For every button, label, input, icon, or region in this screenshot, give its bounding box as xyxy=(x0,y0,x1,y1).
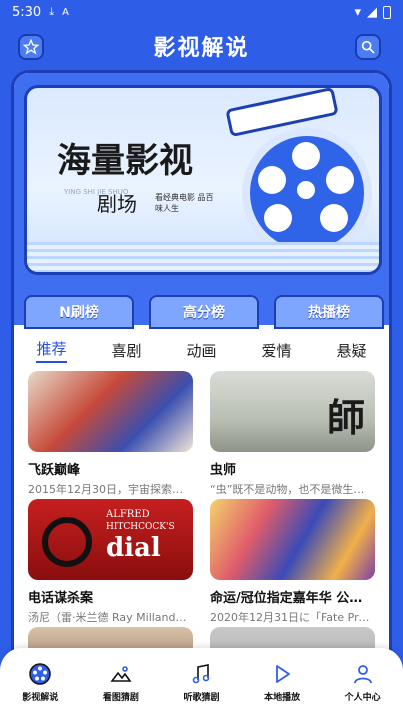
tab-animation[interactable]: 动画 xyxy=(186,340,216,361)
category-tabs: 推荐 喜剧 动画 爱情 悬疑 xyxy=(14,335,389,365)
user-icon xyxy=(353,664,372,683)
rank-row: N刷榜 高分榜 热播榜 xyxy=(24,295,384,329)
main-card: 海量影视 YING SHI JIE SHUO 剧场 看经典电影 品百味人生 N刷… xyxy=(11,70,392,710)
status-bar: 5:30 ⤓ A ▾ ◢ xyxy=(0,0,403,24)
rank-button-high[interactable]: 高分榜 xyxy=(149,295,259,329)
download-icon: ⤓ xyxy=(49,5,55,18)
thumbnail: ALFRED HITCHCOCK'S dial xyxy=(28,499,193,580)
item-title: 飞跃巅峰 xyxy=(28,463,81,478)
phone-shape xyxy=(42,517,92,567)
nav-item-film[interactable]: 影视解说 xyxy=(5,662,75,703)
page-title: 影视解说 xyxy=(153,36,250,61)
play-icon xyxy=(276,664,290,683)
tab-romance[interactable]: 爱情 xyxy=(261,340,291,361)
tab-comedy[interactable]: 喜剧 xyxy=(111,340,141,361)
nav-item-local-play[interactable]: 本地播放 xyxy=(247,662,317,703)
nav-label: 本地播放 xyxy=(264,692,301,703)
thumbnail: 師 xyxy=(210,371,375,452)
banner-subtitle: 剧场 xyxy=(97,192,137,216)
film-reel-icon xyxy=(29,662,52,685)
text-icon: A xyxy=(62,6,69,18)
list-item[interactable]: 命运/冠位指定嘉年华 公… 2020年12月31日に「Fate Projec… xyxy=(210,499,375,625)
bottom-nav: 影视解说 看图猜剧 听歌猜剧 本地播放 个人中心 xyxy=(0,648,403,716)
banner-small: 看经典电影 品百味人生 xyxy=(155,193,214,213)
thumbnail xyxy=(210,499,375,580)
wifi-icon: ▾ xyxy=(354,4,361,20)
thumb-dial-text: ALFRED HITCHCOCK'S dial xyxy=(106,509,175,563)
item-desc: “虫”既不是动物，也不是微生物… xyxy=(210,483,375,496)
item-title: 命运/冠位指定嘉年华 公… xyxy=(210,591,363,606)
item-desc: 2015年12月30日，宇宙探索船Lu… xyxy=(28,483,193,496)
item-title: 电话谋杀案 xyxy=(28,591,94,606)
banner-title: 海量影视 xyxy=(57,141,193,181)
tab-recommend[interactable]: 推荐 xyxy=(36,338,67,363)
rank-button-n[interactable]: N刷榜 xyxy=(24,295,134,329)
signal-icon: ◢ xyxy=(367,4,377,20)
list-item[interactable]: 飞跃巅峰 2015年12月30日，宇宙探索船Lu… xyxy=(28,371,193,497)
item-desc: 2020年12月31日に「Fate Projec… xyxy=(210,611,375,624)
rank-button-hot[interactable]: 热播榜 xyxy=(274,295,384,329)
status-time: 5:30 xyxy=(12,4,42,20)
list-item[interactable]: 師 虫师 “虫”既不是动物，也不是微生物… xyxy=(210,371,375,497)
search-button[interactable] xyxy=(355,34,381,60)
banner-waves xyxy=(27,242,379,272)
battery-icon xyxy=(383,5,391,19)
thumb-calligraphy: 師 xyxy=(326,395,365,440)
list-item[interactable]: ALFRED HITCHCOCK'S dial 电话谋杀案 汤尼（雷·米兰德 R… xyxy=(28,499,193,625)
nav-item-guess-song[interactable]: 听歌猜剧 xyxy=(166,662,236,703)
thumbnail xyxy=(28,371,193,452)
nav-label: 听歌猜剧 xyxy=(183,692,220,703)
nav-label: 看图猜剧 xyxy=(102,692,139,703)
nav-item-guess-image[interactable]: 看图猜剧 xyxy=(86,662,156,703)
item-desc: 汤尼（雷·米兰德 Ray Milland饰）… xyxy=(28,611,193,624)
search-icon xyxy=(361,40,375,54)
favorite-button[interactable] xyxy=(18,34,44,60)
item-title: 虫师 xyxy=(210,463,237,478)
music-icon xyxy=(193,663,210,683)
nav-label: 个人中心 xyxy=(344,692,381,703)
banner[interactable]: 海量影视 YING SHI JIE SHUO 剧场 看经典电影 品百味人生 xyxy=(24,85,382,275)
app-header: 影视解说 xyxy=(0,26,403,66)
nav-item-profile[interactable]: 个人中心 xyxy=(328,662,398,703)
image-icon xyxy=(110,665,132,682)
star-icon xyxy=(23,39,39,55)
film-reel-icon xyxy=(242,128,372,258)
tab-suspense[interactable]: 悬疑 xyxy=(336,340,366,361)
nav-label: 影视解说 xyxy=(22,692,59,703)
